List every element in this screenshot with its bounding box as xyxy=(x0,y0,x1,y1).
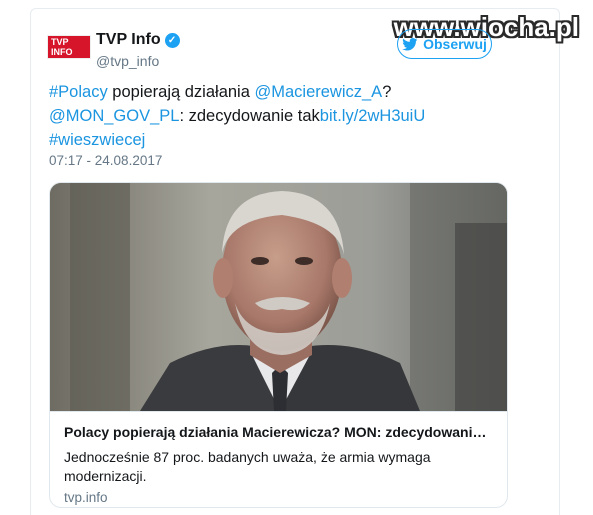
tweet-url-link[interactable]: bit.ly/2wH3uiU xyxy=(320,107,425,125)
mention-macierewicz[interactable]: @Macierewicz_A xyxy=(254,83,382,101)
avatar[interactable]: TVP INFO xyxy=(47,35,91,59)
mention-mon[interactable]: @MON_GOV_PL xyxy=(49,107,179,125)
card-description: Jednocześnie 87 proc. badanych uważa, że… xyxy=(64,449,431,484)
tweet-text-part1: popierają działania xyxy=(107,83,255,101)
follow-button[interactable]: Obserwuj xyxy=(397,29,492,59)
tvp-info-logo: TVP INFO xyxy=(48,36,90,58)
follow-button-label: Obserwuj xyxy=(423,36,487,52)
link-card[interactable]: Polacy popierają działania Macierewicza?… xyxy=(49,182,508,508)
tweet-timestamp[interactable]: 07:17 - 24.08.2017 xyxy=(49,153,162,168)
account-handle[interactable]: @tvp_info xyxy=(96,53,159,69)
account-name-label: TVP Info xyxy=(96,31,161,48)
verified-badge-icon: ✓ xyxy=(164,33,180,48)
tweet-text-part2: ? xyxy=(382,83,392,101)
tweet-text: #Polacy popierają działania @Macierewicz… xyxy=(49,80,519,152)
hashtag-polacy[interactable]: #Polacy xyxy=(49,83,108,101)
hashtag-wieszwiecej[interactable]: #wieszwiecej xyxy=(49,131,145,149)
account-name[interactable]: TVP Info ✓ xyxy=(96,31,180,49)
twitter-bird-icon xyxy=(402,37,418,50)
card-body[interactable]: Polacy popierają działania Macierewicza?… xyxy=(50,411,507,507)
card-domain: tvp.info xyxy=(64,490,108,505)
tweet-text-part3: : zdecydowanie tak xyxy=(179,107,320,125)
card-photo[interactable] xyxy=(50,183,507,411)
card-photo-image xyxy=(50,183,507,411)
card-title: Polacy popierają działania Macierewicza?… xyxy=(64,424,487,440)
